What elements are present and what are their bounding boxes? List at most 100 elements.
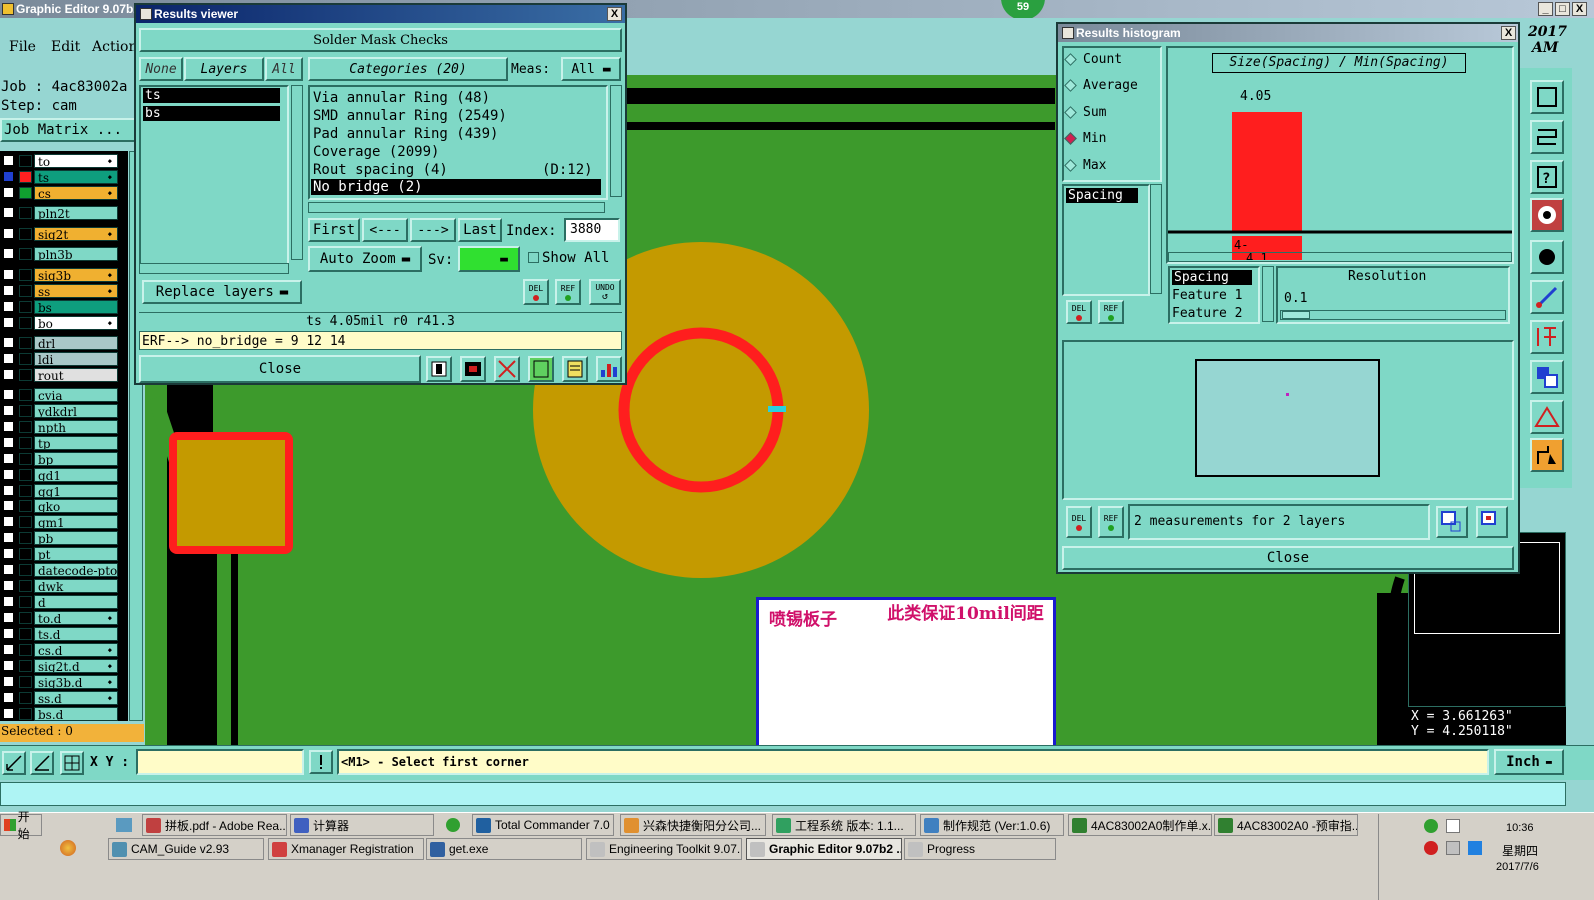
- layer-color-swatch[interactable]: [19, 285, 32, 297]
- layer-row[interactable]: ldi: [2, 352, 118, 366]
- hist-close-button[interactable]: Close: [1062, 546, 1514, 570]
- layer-name[interactable]: ts.d: [34, 627, 118, 641]
- tray-icon[interactable]: [1446, 819, 1460, 833]
- minimize-button[interactable]: _: [1538, 2, 1553, 16]
- rv-layers-button[interactable]: Layers: [184, 57, 264, 81]
- layer-name[interactable]: pln3b: [34, 247, 118, 261]
- layer-row[interactable]: ss.d ◆: [2, 691, 118, 705]
- layer-name[interactable]: pb: [34, 531, 118, 545]
- layer-checkbox[interactable]: [3, 248, 14, 259]
- layer-name[interactable]: ss: [34, 284, 118, 298]
- category-item[interactable]: SMD annular Ring (2549): [313, 108, 507, 124]
- taskbar-button[interactable]: 计算器: [290, 814, 434, 836]
- layer-checkbox[interactable]: [3, 596, 14, 607]
- rv-meas-select[interactable]: All ▬: [561, 57, 621, 81]
- exclude-icon[interactable]: [494, 356, 520, 382]
- layer-row[interactable]: pb: [2, 531, 118, 545]
- layer-checkbox[interactable]: [3, 644, 14, 655]
- layer-name[interactable]: cs.d: [34, 643, 118, 657]
- category-item[interactable]: Pad annular Ring (439): [313, 126, 498, 142]
- layer-row[interactable]: to.d ◆: [2, 611, 118, 625]
- layer-name[interactable]: to: [34, 154, 118, 168]
- rv-layer-ts[interactable]: ts: [143, 88, 280, 103]
- layer-checkbox[interactable]: [3, 564, 14, 575]
- category-item[interactable]: Coverage (2099): [313, 144, 439, 160]
- layer-color-swatch[interactable]: [19, 692, 32, 704]
- layer-row[interactable]: bs: [2, 300, 118, 314]
- layer-name[interactable]: ss.d: [34, 691, 118, 705]
- help-icon[interactable]: ?: [1530, 160, 1564, 194]
- layer-row[interactable]: bp: [2, 452, 118, 466]
- hist-measure-scrollbar[interactable]: [1150, 184, 1162, 294]
- layer-row[interactable]: pt: [2, 547, 118, 561]
- hist-resolution-thumb[interactable]: [1282, 311, 1310, 319]
- layer-name[interactable]: drl: [34, 336, 118, 350]
- layer-color-swatch[interactable]: [19, 548, 32, 560]
- layer-color-swatch[interactable]: [19, 155, 32, 167]
- quick-launch-icon[interactable]: [446, 818, 460, 832]
- snap-grid-icon[interactable]: [2, 751, 26, 775]
- layer-color-swatch[interactable]: [19, 301, 32, 313]
- layer-name[interactable]: gd1: [34, 468, 118, 482]
- layer-row[interactable]: d: [2, 595, 118, 609]
- layer-checkbox[interactable]: [3, 660, 14, 671]
- layer-name[interactable]: d: [34, 595, 118, 609]
- report-icon[interactable]: [528, 356, 554, 382]
- route-icon[interactable]: [1530, 438, 1564, 472]
- layer-color-swatch[interactable]: [19, 187, 32, 199]
- layer-row[interactable]: pln2t: [2, 206, 118, 220]
- layer-row[interactable]: datecode-pto: [2, 563, 118, 577]
- rv-next-button[interactable]: --->: [410, 218, 456, 242]
- layer-color-swatch[interactable]: [19, 580, 32, 592]
- layer-row[interactable]: rout: [2, 368, 118, 382]
- rv-show-all-checkbox[interactable]: [528, 252, 539, 263]
- pad-icon[interactable]: [1530, 240, 1564, 274]
- close-main-button[interactable]: X: [1572, 2, 1587, 16]
- triangle-icon[interactable]: [1530, 400, 1564, 434]
- hist-feature-item-selected[interactable]: Spacing: [1172, 270, 1252, 285]
- taskbar-button[interactable]: 4AC83002A0 -预审指...: [1214, 814, 1358, 836]
- layer-checkbox[interactable]: [3, 453, 14, 464]
- layer-row[interactable]: bs.d: [2, 707, 118, 721]
- layer-checkbox[interactable]: [3, 548, 14, 559]
- rv-sv-select[interactable]: ▬: [458, 246, 520, 272]
- layer-name[interactable]: bp: [34, 452, 118, 466]
- layer-color-swatch[interactable]: [19, 353, 32, 365]
- hist-feature-item[interactable]: Feature 1: [1172, 288, 1242, 303]
- rv-replace-layers-button[interactable]: Replace layers ▬: [142, 280, 302, 304]
- rv-undo-button[interactable]: UNDO ↺: [589, 279, 621, 305]
- hist-options[interactable]: Count Average Sum Min Max: [1064, 50, 1160, 180]
- rv-first-button[interactable]: First: [308, 218, 360, 242]
- layer-row[interactable]: cvia: [2, 388, 118, 402]
- layer-checkbox[interactable]: [3, 155, 14, 166]
- layer-color-swatch[interactable]: [19, 596, 32, 608]
- rv-all-button[interactable]: All: [265, 57, 303, 81]
- net-icon[interactable]: [1530, 198, 1564, 232]
- layer-color-swatch[interactable]: [19, 421, 32, 433]
- xy-input[interactable]: [136, 749, 304, 775]
- layer-row[interactable]: gko: [2, 499, 118, 513]
- layer-color-swatch[interactable]: [19, 644, 32, 656]
- rv-cat-hscroll[interactable]: [308, 202, 605, 213]
- taskbar-button[interactable]: Total Commander 7.0 ...: [472, 814, 614, 836]
- layer-color-swatch[interactable]: [19, 516, 32, 528]
- hist-option-max[interactable]: Max: [1064, 156, 1106, 174]
- hist-ref-button[interactable]: REF: [1098, 300, 1124, 324]
- export-icon[interactable]: [1436, 506, 1468, 538]
- layer-checkbox[interactable]: [3, 437, 14, 448]
- layer-color-swatch[interactable]: [19, 207, 32, 219]
- rv-cat-scrollbar[interactable]: [610, 85, 622, 197]
- layer-checkbox[interactable]: [3, 369, 14, 380]
- layer-row[interactable]: gg1: [2, 484, 118, 498]
- drc-icon[interactable]: [1530, 320, 1564, 354]
- layer-row[interactable]: to ◆: [2, 154, 118, 168]
- layer-color-swatch[interactable]: [19, 453, 32, 465]
- menu-edit[interactable]: Edit: [51, 39, 80, 55]
- layer-color-swatch[interactable]: [19, 469, 32, 481]
- layer-checkbox[interactable]: [3, 171, 14, 182]
- unit-select[interactable]: Inch ▬: [1494, 749, 1564, 775]
- rv-layer-hscroll[interactable]: [139, 263, 289, 274]
- layer-checkbox[interactable]: [3, 692, 14, 703]
- layer-checkbox[interactable]: [3, 532, 14, 543]
- start-button[interactable]: 开始: [0, 810, 42, 841]
